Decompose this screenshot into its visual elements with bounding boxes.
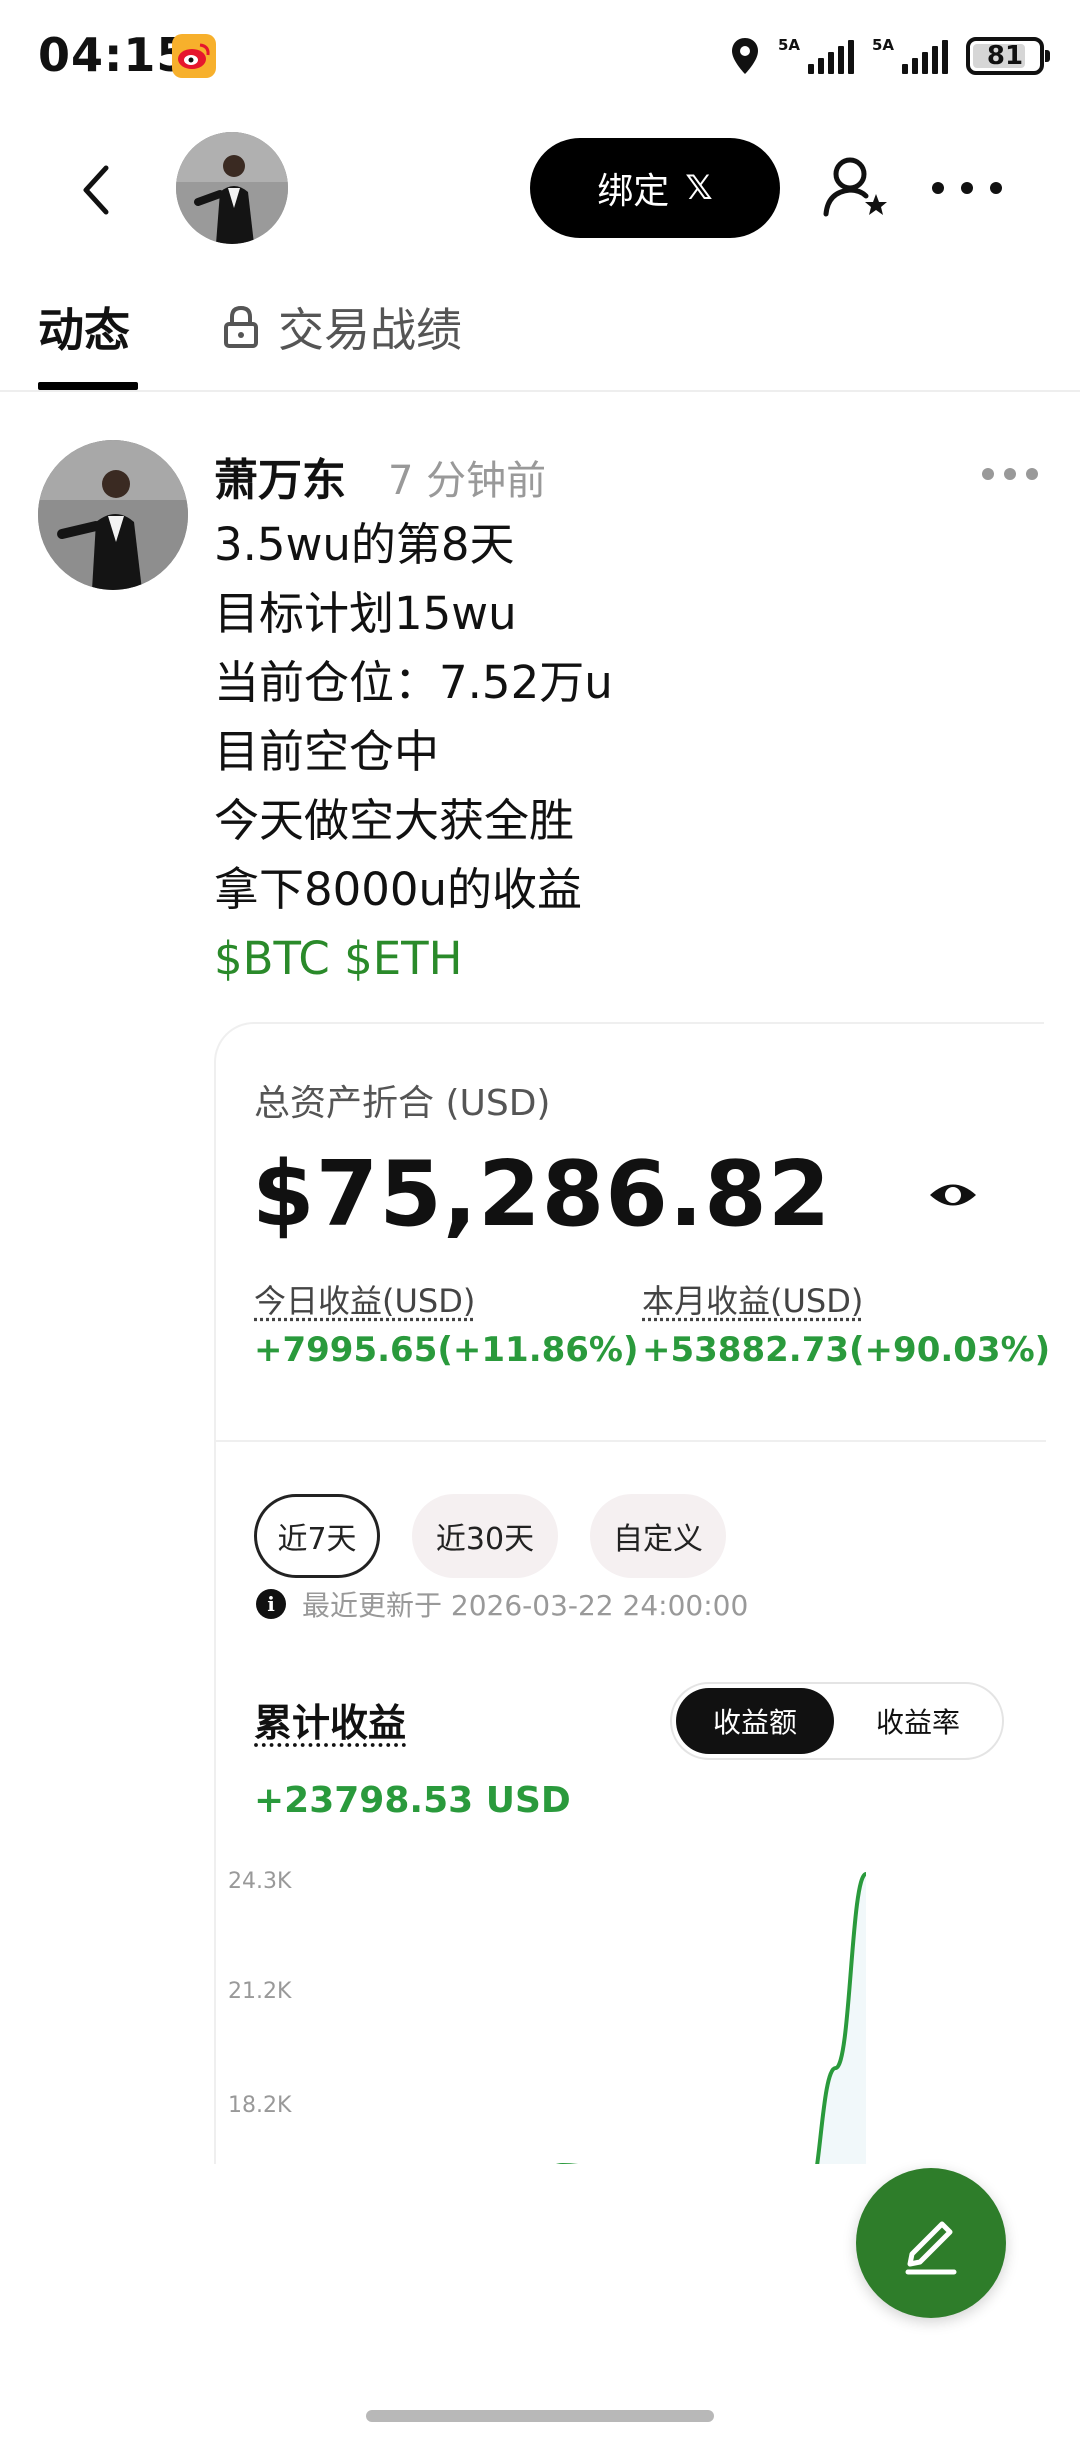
signal-icon: 5A (872, 38, 948, 74)
metric-toggle: 收益额 收益率 (670, 1682, 1004, 1760)
tab-feed[interactable]: 动态 (38, 294, 130, 360)
range-custom-button[interactable]: 自定义 (590, 1494, 726, 1578)
cumulative-pnl-value: +23798.53 USD (254, 1780, 571, 1821)
chart-svg: 24.3K21.2K18.2K15.1K (228, 1869, 868, 2194)
profile-tabs: 动态 交易战绩 (0, 278, 1080, 392)
post-timestamp: 7 分钟前 (388, 458, 547, 504)
tab-trading-record-label: 交易战绩 (278, 303, 462, 357)
signal-icon: 5A (778, 38, 854, 74)
bind-label: 绑定 (597, 171, 670, 212)
cumulative-pnl-title[interactable]: 累计收益 (254, 1692, 406, 1747)
post-author-name[interactable]: 萧万东 (214, 444, 346, 508)
range-7d-button[interactable]: 近7天 (254, 1494, 380, 1578)
post-line: 今天做空大获全胜 (214, 794, 575, 847)
more-horizontal-icon[interactable] (932, 168, 1002, 208)
status-bar: 04:15 5A 5A 81 (0, 0, 1080, 110)
home-indicator[interactable] (366, 2410, 714, 2422)
bind-x-button[interactable]: 绑定 𝕏 (530, 138, 780, 238)
avatar[interactable] (176, 132, 288, 244)
cumulative-pnl-chart[interactable]: 24.3K21.2K18.2K15.1K (216, 1834, 1046, 2194)
y-tick-label: 21.2K (228, 1979, 292, 2004)
compose-button[interactable] (856, 2168, 1006, 2318)
post-line: 3.5wu的第8天 (214, 518, 515, 571)
weibo-icon (172, 34, 216, 78)
y-tick-label: 18.2K (228, 2093, 292, 2118)
post-line: 拿下8000u的收益 (214, 863, 583, 916)
chevron-left-icon[interactable] (72, 158, 128, 222)
toggle-rate[interactable]: 收益率 (838, 1688, 998, 1754)
info-icon: i (256, 1589, 286, 1619)
user-star-icon[interactable] (820, 152, 892, 224)
update-time-text: 最近更新于 2026-03-22 24:00:00 (302, 1589, 749, 1622)
eye-icon[interactable] (928, 1172, 978, 1218)
tab-active-indicator (38, 382, 138, 390)
lock-icon (224, 305, 258, 348)
post-more-icon[interactable] (982, 466, 1038, 482)
status-icons: 5A 5A 81 (730, 34, 1050, 78)
today-pnl-label: 今日收益(USD) (254, 1282, 476, 1320)
battery-level: 81 (986, 41, 1024, 71)
month-pnl-label: 本月收益(USD) (642, 1282, 864, 1320)
signal-label: 5A (778, 36, 801, 54)
month-pnl-value: +53882.73(+90.03%) (642, 1330, 1051, 1370)
post-author-avatar[interactable] (38, 440, 188, 590)
status-time: 04:15 (38, 28, 190, 82)
profile-header: 绑定 𝕏 (0, 110, 1080, 270)
post-line: 当前仓位：7.52万u (214, 656, 613, 709)
signal-label: 5A (872, 36, 895, 54)
chart-line-series (517, 1872, 868, 2194)
toggle-amount[interactable]: 收益额 (676, 1688, 834, 1754)
chart-area-fill (502, 1874, 866, 2194)
post-line: 目标计划15wu (214, 587, 517, 640)
battery-icon: 81 (966, 37, 1050, 75)
location-icon (732, 38, 758, 74)
update-info: i 最近更新于 2026-03-22 24:00:00 (256, 1584, 748, 1624)
post-body: 3.5wu的第8天 目标计划15wu 当前仓位：7.52万u 目前空仓中 今天做… (214, 510, 1034, 993)
today-pnl-value: +7995.65(+11.86%) (254, 1330, 639, 1370)
y-tick-label: 24.3K (228, 1869, 292, 1894)
total-assets-label: 总资产折合 (USD) (254, 1083, 551, 1124)
total-assets-value: $75,286.82 (252, 1142, 832, 1247)
x-logo-icon: 𝕏 (685, 168, 713, 208)
range-30d-button[interactable]: 近30天 (412, 1494, 558, 1578)
post-line: 目前空仓中 (214, 725, 440, 778)
tab-trading-record[interactable]: 交易战绩 (222, 294, 462, 360)
card-divider (216, 1440, 1046, 1442)
edit-pen-icon (905, 2221, 957, 2275)
post-tags[interactable]: $BTC $ETH (214, 924, 1034, 993)
